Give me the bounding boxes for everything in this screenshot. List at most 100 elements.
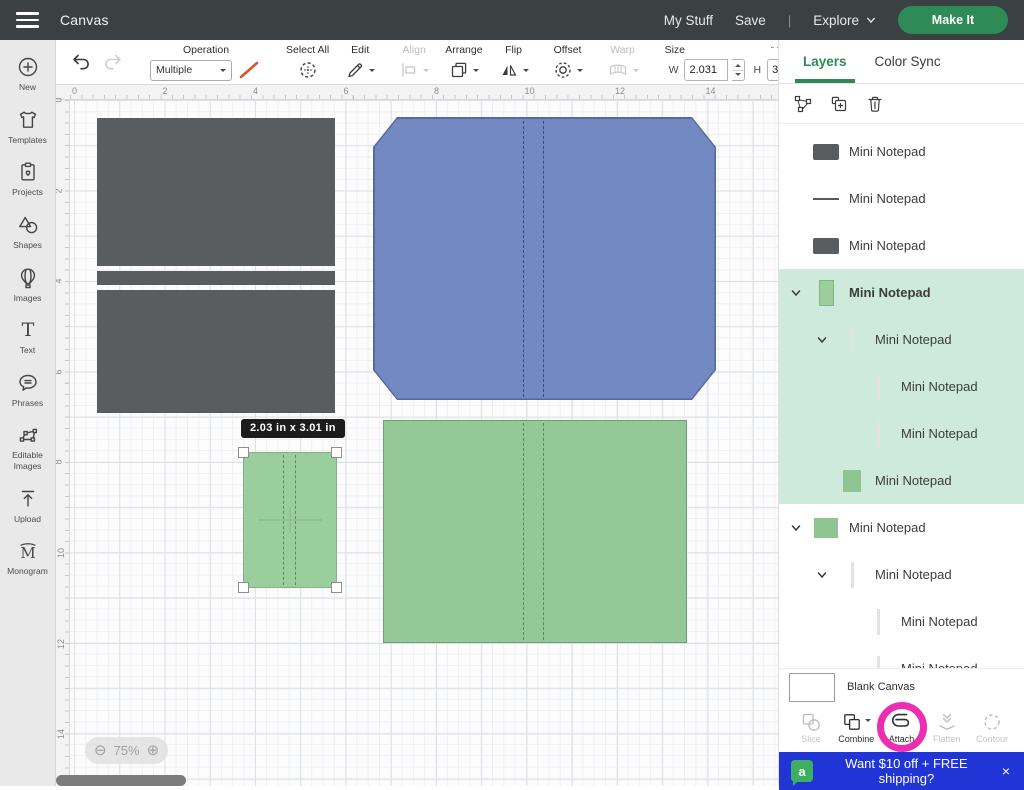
sidebar-item-phrases[interactable]: Phrases <box>0 364 55 417</box>
layer-label: Mini Notepad <box>849 238 926 253</box>
layer-row[interactable]: Mini Notepad <box>779 316 1024 363</box>
layer-chevron-down-icon[interactable] <box>787 522 805 534</box>
sidebar-item-new[interactable]: New <box>0 48 55 101</box>
ruler-left-number: 8 <box>56 460 64 465</box>
combine-button[interactable]: Combine <box>834 711 878 744</box>
group-icon[interactable] <box>793 94 813 114</box>
layer-row[interactable]: Mini Notepad <box>779 410 1024 457</box>
selection-handle-bottom-left[interactable] <box>238 582 249 593</box>
offset-group[interactable]: Offset <box>545 40 591 84</box>
sidebar-item-label: Templates <box>8 135 47 146</box>
layer-label: Mini Notepad <box>849 285 931 300</box>
operation-value: Multiple <box>156 64 192 76</box>
upload-icon <box>16 487 40 511</box>
selection-center-crosshair <box>290 507 291 533</box>
hamburger-menu-icon[interactable] <box>0 0 54 40</box>
text-icon: T <box>16 318 40 342</box>
zoom-out-button[interactable]: ⊖ <box>94 743 107 758</box>
make-it-button[interactable]: Make It <box>898 6 1008 34</box>
duplicate-icon[interactable] <box>829 94 849 114</box>
layer-thumbnail-vline <box>864 656 892 669</box>
sidebar-item-monogram[interactable]: MMonogram <box>0 532 55 585</box>
layer-label: Mini Notepad <box>901 614 978 629</box>
select-all-label: Select All <box>286 44 329 56</box>
selection-handle-top-left[interactable] <box>238 447 249 458</box>
layer-label: Mini Notepad <box>901 379 978 394</box>
layer-thumbnail-dark-rect <box>812 238 840 254</box>
layer-row[interactable]: Mini Notepad <box>779 645 1024 668</box>
layer-thumbnail-green-square <box>838 470 866 492</box>
explore-menu[interactable]: Explore <box>813 13 876 28</box>
flip-group[interactable]: Flip <box>491 40 537 84</box>
sidebar-item-shapes[interactable]: Shapes <box>0 206 55 259</box>
pen-color-swatch[interactable] <box>236 60 262 81</box>
redo-button[interactable] <box>102 51 124 73</box>
layer-row[interactable]: Mini Notepad <box>779 598 1024 645</box>
horizontal-scrollbar-thumb[interactable] <box>56 775 186 786</box>
width-stepper[interactable] <box>732 59 745 81</box>
delete-icon[interactable] <box>865 94 885 114</box>
topbar-right: My Stuff Save | Explore Make It <box>664 6 1024 34</box>
sidebar-item-projects[interactable]: Projects <box>0 153 55 206</box>
panel-tabs: Layers Color Sync <box>779 40 1024 84</box>
plus-circle-icon <box>16 55 40 79</box>
promo-text: Want $10 off + FREE shipping? <box>823 756 990 786</box>
edit-toolbar: Operation Multiple Select All Edit <box>56 40 778 85</box>
layers-list: Mini NotepadMini NotepadMini NotepadMini… <box>779 124 1024 668</box>
sidebar-item-text[interactable]: TText <box>0 311 55 364</box>
layer-row[interactable]: Mini Notepad <box>779 504 1024 551</box>
layer-row[interactable]: Mini Notepad <box>779 222 1024 269</box>
sidebar-item-images[interactable]: Images <box>0 259 55 312</box>
layer-thumbnail-vline <box>864 374 892 400</box>
shape-green-selected[interactable] <box>243 452 337 588</box>
blank-canvas-swatch[interactable] <box>789 673 835 702</box>
sidebar-item-label: Images <box>14 293 42 304</box>
selection-handle-bottom-right[interactable] <box>331 582 342 593</box>
ruler-top-number: 4 <box>253 86 258 96</box>
layer-chevron-down-icon[interactable] <box>813 569 831 581</box>
layer-chevron-down-icon[interactable] <box>813 334 831 346</box>
select-all-group[interactable]: Select All <box>278 40 337 84</box>
zoom-control: ⊖ 75% ⊕ <box>85 737 168 764</box>
edit-group[interactable]: Edit <box>337 40 383 84</box>
app-root: Canvas My Stuff Save | Explore Make It N… <box>0 0 1024 786</box>
layer-chevron-down-icon[interactable] <box>787 287 805 299</box>
chevron-down-icon <box>866 15 876 25</box>
size-label: Size <box>665 44 685 56</box>
my-stuff-link[interactable]: My Stuff <box>664 13 713 28</box>
save-link[interactable]: Save <box>735 13 766 28</box>
layer-row[interactable]: Mini Notepad <box>779 457 1024 504</box>
shape-dark-bar[interactable] <box>97 271 335 285</box>
arrange-group[interactable]: Arrange <box>437 40 490 84</box>
attach-button[interactable]: Attach <box>880 711 924 744</box>
shape-blue-notepad[interactable] <box>373 117 716 400</box>
selection-handle-top-right[interactable] <box>331 447 342 458</box>
tab-color-sync[interactable]: Color Sync <box>871 40 945 83</box>
right-panel: Layers Color Sync Mini NotepadMini Notep… <box>778 40 1024 786</box>
width-input[interactable] <box>684 59 728 81</box>
promo-close-icon[interactable]: × <box>1000 763 1012 779</box>
zoom-in-button[interactable]: ⊕ <box>147 743 160 758</box>
sidebar-item-templates[interactable]: Templates <box>0 101 55 154</box>
layer-row[interactable]: Mini Notepad <box>779 128 1024 175</box>
arrange-caret-icon <box>473 69 479 75</box>
shape-dark-rect-2[interactable] <box>97 290 335 413</box>
balloon-icon <box>16 266 40 290</box>
promo-logo-icon: a <box>791 760 813 782</box>
operation-select[interactable]: Multiple <box>150 60 232 81</box>
layer-label: Mini Notepad <box>875 473 952 488</box>
design-canvas[interactable]: 02468101214 02468101214 2.03 in x 3.01 <box>56 85 778 786</box>
shape-green-large[interactable] <box>383 420 687 643</box>
tab-layers[interactable]: Layers <box>799 40 851 83</box>
edit-label: Edit <box>351 44 369 56</box>
layer-row[interactable]: Mini Notepad <box>779 363 1024 410</box>
layer-row[interactable]: Mini Notepad <box>779 551 1024 598</box>
undo-button[interactable] <box>70 51 92 73</box>
layer-row[interactable]: Mini Notepad <box>779 175 1024 222</box>
width-label: W <box>669 64 679 76</box>
shape-dark-rect-1[interactable] <box>97 118 335 266</box>
sidebar-item-editable-images[interactable]: Editable Images <box>0 416 55 479</box>
ruler-top-number: 6 <box>344 86 349 96</box>
layer-row[interactable]: Mini Notepad <box>779 269 1024 316</box>
sidebar-item-upload[interactable]: Upload <box>0 480 55 533</box>
